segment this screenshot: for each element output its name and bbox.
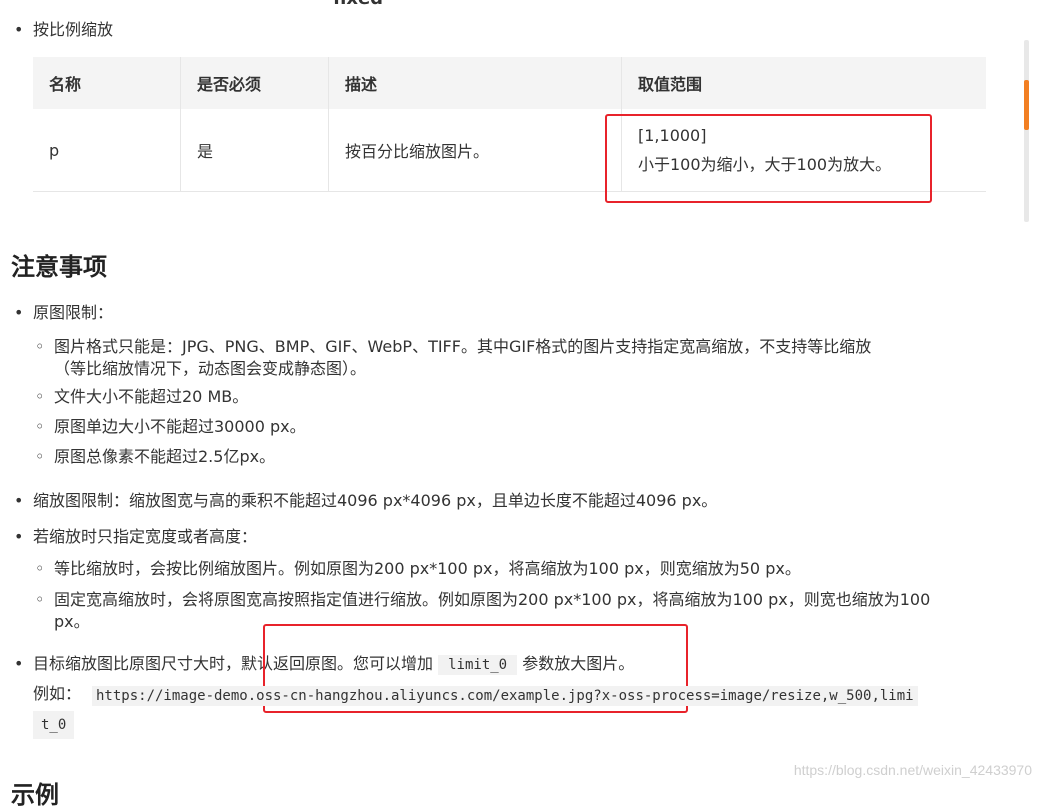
cell-required: 是	[180, 109, 329, 192]
note-original-limits: 原图限制：	[33, 303, 114, 322]
example-row: 例如：	[33, 683, 81, 705]
note-proportional: 等比缩放时，会按比例缩放图片。例如原图为200 px*100 px，将高缩放为1…	[54, 559, 801, 578]
watermark: https://blog.csdn.net/weixin_42433970	[793, 762, 1032, 778]
list-item: • 原图限制：	[14, 302, 113, 324]
note-scaled-limit: 缩放图限制：缩放图宽与高的乘积不能超过4096 px*4096 px，且单边长度…	[33, 491, 718, 510]
list-item: • 缩放图限制：缩放图宽与高的乘积不能超过4096 px*4096 px，且单边…	[14, 490, 717, 512]
col-header-desc: 描述	[328, 57, 622, 109]
note-side-size: 原图单边大小不能超过30000 px。	[54, 417, 306, 436]
note-fixed-line2: px。	[54, 612, 90, 631]
cell-name: p	[33, 109, 181, 192]
sub-bullet-circle: ◦	[35, 417, 45, 436]
col-header-name: 名称	[33, 57, 181, 109]
previous-section-fragment: fixed	[333, 0, 383, 9]
sub-list-item: ◦ 文件大小不能超过20 MB。	[35, 386, 248, 408]
col-header-required: 是否必须	[180, 57, 329, 109]
note-fixed-line1: 固定宽高缩放时，会将原图宽高按照指定值进行缩放。例如原图为200 px*100 …	[54, 590, 931, 609]
bullet-dot: •	[14, 303, 24, 322]
note-file-size: 文件大小不能超过20 MB。	[54, 387, 249, 406]
sub-list-item: ◦ 原图总像素不能超过2.5亿px。	[35, 446, 275, 468]
section-heading-notes: 注意事项	[11, 253, 107, 281]
note-format-line1: 图片格式只能是：JPG、PNG、BMP、GIF、WebP、TIFF。其中GIF格…	[54, 337, 872, 356]
bullet-dot: •	[14, 491, 24, 510]
sub-bullet-circle: ◦	[35, 559, 45, 578]
highlight-box-range	[605, 114, 932, 203]
list-item: • 若缩放时只指定宽度或者高度：	[14, 526, 257, 548]
bullet-dot: •	[14, 527, 24, 546]
note-format-line2: （等比缩放情况下，动态图会变成静态图）。	[54, 359, 367, 378]
sub-list-item: ◦ 原图单边大小不能超过30000 px。	[35, 416, 306, 438]
sub-bullet-circle: ◦	[35, 447, 45, 466]
example-label: 例如：	[33, 684, 82, 703]
example-url-line1[interactable]: https://image-demo.oss-cn-hangzhou.aliyu…	[92, 682, 980, 710]
table-header-row: 名称 是否必须 描述 取值范围	[33, 57, 986, 109]
sub-list-item-cont: px。	[54, 611, 90, 633]
sub-bullet-circle: ◦	[35, 337, 45, 356]
sub-list-item: ◦ 图片格式只能是：JPG、PNG、BMP、GIF、WebP、TIFF。其中GI…	[35, 336, 871, 358]
scrollbar-track[interactable]	[1024, 40, 1029, 222]
example-url-text[interactable]: https://image-demo.oss-cn-hangzhou.aliyu…	[92, 686, 918, 706]
intro-bullet-text: 按比例缩放	[33, 20, 114, 39]
bullet-dot: •	[14, 654, 24, 673]
col-header-range: 取值范围	[621, 57, 986, 109]
sub-bullet-circle: ◦	[35, 590, 45, 609]
section-heading-example: 示例	[11, 781, 59, 809]
sub-list-item: ◦ 等比缩放时，会按比例缩放图片。例如原图为200 px*100 px，将高缩放…	[35, 558, 801, 580]
scrollbar-thumb[interactable]	[1024, 80, 1029, 130]
bullet-dot: •	[14, 20, 24, 39]
list-item: • 按比例缩放	[14, 19, 113, 41]
note-only-width-height: 若缩放时只指定宽度或者高度：	[33, 527, 258, 546]
sub-list-item-cont: （等比缩放情况下，动态图会变成静态图）。	[54, 358, 366, 380]
cell-desc: 按百分比缩放图片。	[328, 109, 622, 192]
note-total-pixels: 原图总像素不能超过2.5亿px。	[54, 447, 276, 466]
sub-list-item: ◦ 固定宽高缩放时，会将原图宽高按照指定值进行缩放。例如原图为200 px*10…	[35, 589, 930, 611]
sub-bullet-circle: ◦	[35, 387, 45, 406]
example-url-line2[interactable]: t_0	[33, 711, 75, 739]
